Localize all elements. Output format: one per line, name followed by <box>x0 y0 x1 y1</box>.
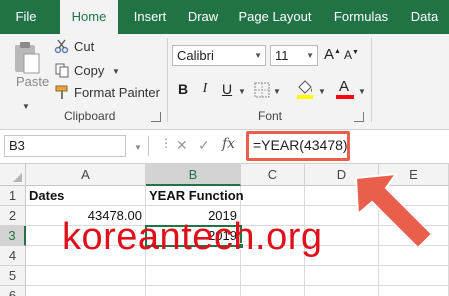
cell-c6[interactable] <box>241 286 305 296</box>
column-header-c[interactable]: C <box>241 164 305 186</box>
column-header-a[interactable]: A <box>26 164 146 186</box>
underline-button[interactable]: U <box>220 81 234 97</box>
cell-b1[interactable]: YEAR Function <box>146 186 244 206</box>
cell-a6[interactable] <box>26 286 146 296</box>
underline-dropdown-icon[interactable]: ▼ <box>238 87 246 96</box>
group-separator <box>371 38 372 122</box>
font-color-icon: A <box>339 78 350 95</box>
font-group-label: Font <box>258 109 283 123</box>
watermark-text: koreantech.org <box>62 216 323 258</box>
cell-a1[interactable]: Dates <box>26 186 146 206</box>
cancel-entry-icon[interactable]: ✕ <box>176 137 188 154</box>
cell-d6[interactable] <box>305 286 379 296</box>
annotation-arrow-icon <box>355 173 433 249</box>
font-color-swatch <box>336 95 354 99</box>
chevron-down-icon: ▼ <box>254 51 262 60</box>
font-color-button[interactable]: A <box>336 78 354 100</box>
formula-bar: B3 ▼ ⋮ ✕ ✓ fx =YEAR(43478) <box>0 130 449 164</box>
cell-b5[interactable] <box>146 266 241 286</box>
font-size-select[interactable]: 11 ▼ <box>270 45 318 66</box>
paste-label: Paste <box>16 74 50 89</box>
cell-b6[interactable] <box>146 286 241 296</box>
tab-draw[interactable]: Draw <box>178 0 228 34</box>
font-launcher-icon[interactable] <box>354 112 364 122</box>
paste-dropdown-icon[interactable]: ▼ <box>22 102 30 111</box>
clipboard-launcher-icon[interactable] <box>151 112 161 122</box>
insert-function-icon[interactable]: fx <box>222 136 235 152</box>
font-name-value: Calibri <box>177 48 214 63</box>
row-header-6[interactable]: 6 <box>0 286 26 296</box>
formula-text: =YEAR(43478) <box>253 137 348 153</box>
tab-file[interactable]: File <box>0 0 52 34</box>
font-color-dropdown-icon[interactable]: ▼ <box>358 87 366 96</box>
more-options-icon: ⋮ <box>160 136 172 150</box>
tab-page-layout[interactable]: Page Layout <box>228 0 322 34</box>
select-all-button[interactable] <box>0 164 26 186</box>
paste-button[interactable]: Paste <box>6 38 50 96</box>
tab-data[interactable]: Data <box>400 0 449 34</box>
ribbon-tab-bar: File Home Insert Draw Page Layout Formul… <box>0 0 449 34</box>
ribbon-home: Paste ▼ Cut Copy ▼ Format Painter Clipbo… <box>0 34 449 130</box>
font-name-select[interactable]: Calibri ▼ <box>172 45 266 66</box>
row-header-3[interactable]: 3 <box>0 226 26 246</box>
group-separator <box>167 38 168 122</box>
name-box[interactable]: B3 <box>4 135 126 157</box>
row-header-2[interactable]: 2 <box>0 206 26 226</box>
chevron-down-icon: ▼ <box>306 51 314 60</box>
copy-icon <box>55 63 69 78</box>
font-size-value: 11 <box>275 48 289 63</box>
tab-formulas[interactable]: Formulas <box>322 0 400 34</box>
cell-c5[interactable] <box>241 266 305 286</box>
copy-button[interactable]: Copy <box>74 63 104 78</box>
row-header-1[interactable]: 1 <box>0 186 26 206</box>
cell-a5[interactable] <box>26 266 146 286</box>
copy-dropdown-icon[interactable]: ▼ <box>112 67 120 76</box>
formula-input[interactable]: =YEAR(43478) <box>246 131 350 161</box>
italic-button[interactable]: I <box>198 81 212 97</box>
fill-color-dropdown-icon[interactable]: ▼ <box>318 87 326 96</box>
borders-dropdown-icon[interactable]: ▼ <box>273 87 281 96</box>
column-header-b[interactable]: B <box>146 164 241 186</box>
decrease-font-size-button[interactable]: A▼ <box>344 46 362 66</box>
tab-home[interactable]: Home <box>60 0 118 34</box>
clipboard-group-label: Clipboard <box>64 109 116 123</box>
tab-insert[interactable]: Insert <box>122 0 178 34</box>
increase-font-size-icon: A▲ <box>324 46 341 63</box>
paste-icon <box>15 42 40 74</box>
cut-button[interactable]: Cut <box>74 39 94 54</box>
confirm-entry-icon[interactable]: ✓ <box>198 137 210 154</box>
scissors-icon <box>54 39 69 54</box>
select-all-icon <box>13 173 22 182</box>
row-header-4[interactable]: 4 <box>0 246 26 266</box>
increase-font-size-button[interactable]: A▲ <box>324 46 342 66</box>
cell-e6[interactable] <box>379 286 449 296</box>
formula-bar-separator <box>148 136 149 156</box>
bold-button[interactable]: B <box>176 81 190 97</box>
cell-c1[interactable] <box>241 186 305 206</box>
name-box-dropdown-icon[interactable]: ▼ <box>134 143 142 152</box>
fill-color-icon[interactable] <box>296 78 314 100</box>
format-painter-icon <box>55 85 68 99</box>
borders-icon[interactable] <box>254 82 270 98</box>
format-painter-button[interactable]: Format Painter <box>74 85 160 100</box>
row-header-5[interactable]: 5 <box>0 266 26 286</box>
decrease-font-size-icon: A▼ <box>344 48 359 62</box>
